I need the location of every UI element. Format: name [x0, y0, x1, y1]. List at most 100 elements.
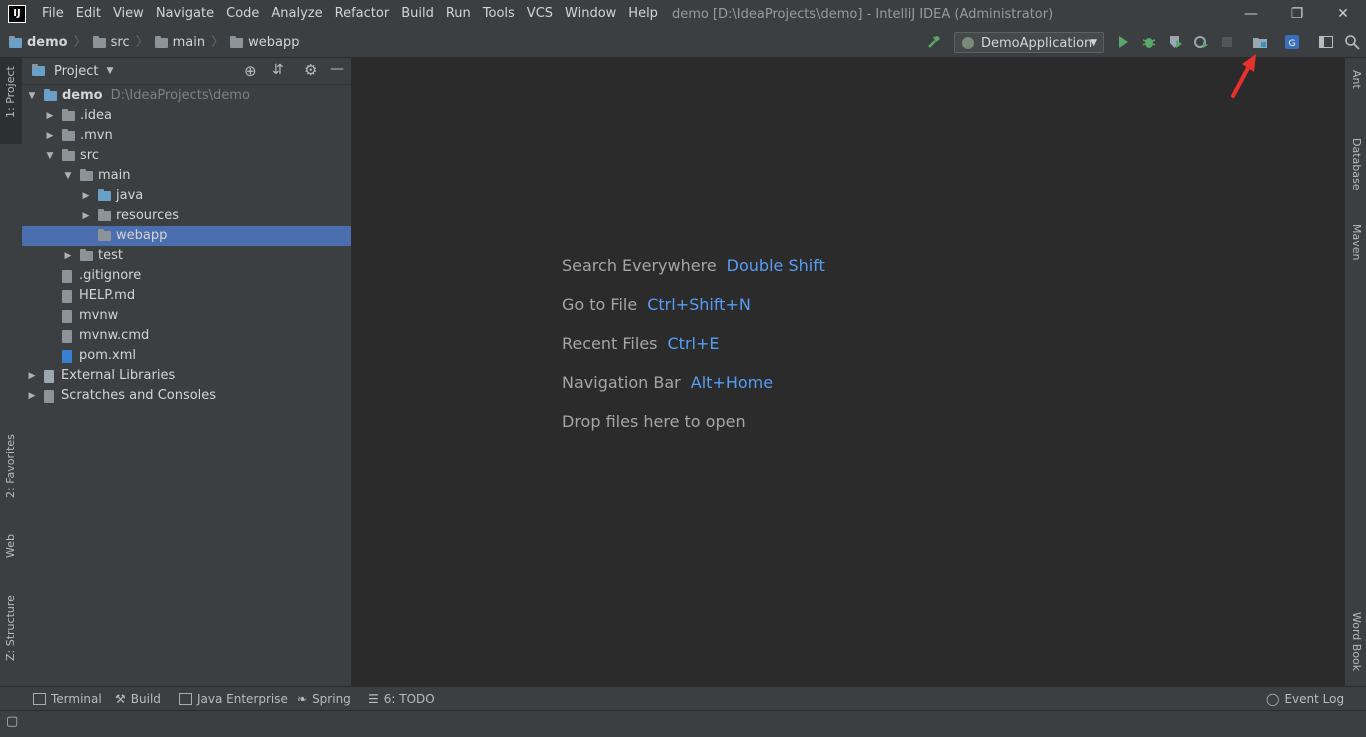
hide-panel-icon[interactable]: —: [330, 61, 344, 77]
collapsed-arrow-icon[interactable]: ▶: [80, 186, 92, 206]
gear-icon[interactable]: ⚙: [304, 61, 317, 79]
restore-button[interactable]: ❐: [1274, 0, 1320, 28]
run-configuration-select[interactable]: DemoApplication ▼: [954, 32, 1104, 53]
breadcrumb-item-webapp[interactable]: webapp: [248, 28, 299, 57]
tree-item-label: resources: [116, 208, 180, 223]
tree-item-label: src: [80, 148, 99, 163]
tree-item-webapp[interactable]: webapp: [22, 226, 351, 246]
collapsed-arrow-icon[interactable]: ▶: [26, 366, 38, 386]
tree-item-main[interactable]: ▼ main: [22, 166, 351, 186]
collapsed-arrow-icon[interactable]: ▶: [26, 386, 38, 406]
collapse-all-icon[interactable]: ⇵: [272, 62, 284, 78]
menu-navigate[interactable]: Navigate: [150, 0, 220, 28]
menu-analyze[interactable]: Analyze: [265, 0, 328, 28]
menu-vcs[interactable]: VCS: [521, 0, 559, 28]
tree-item-idea[interactable]: ▶ .idea: [22, 106, 351, 126]
tab-spring[interactable]: ❧ Spring: [297, 687, 351, 711]
run-with-coverage-icon[interactable]: [1167, 34, 1183, 50]
menu-file[interactable]: File: [36, 0, 70, 28]
tree-item-label: webapp: [116, 228, 168, 243]
left-tool-strip: 1: Project 2: Favorites Web Z: Structure: [0, 58, 23, 686]
chevron-down-icon: ▼: [1090, 38, 1097, 48]
menu-help[interactable]: Help: [622, 0, 664, 28]
menu-view[interactable]: View: [107, 0, 150, 28]
tree-item-scratches-and-consoles[interactable]: ▶ Scratches and Consoles: [22, 386, 351, 406]
tree-item-label: java: [116, 188, 144, 203]
tree-item-path: D:\IdeaProjects\demo: [110, 88, 250, 103]
resources-folder-icon: [98, 209, 111, 221]
build-hammer-icon[interactable]: [926, 34, 942, 50]
profiler-icon[interactable]: [1193, 34, 1209, 50]
tab-java-enterprise[interactable]: Java Enterprise: [179, 687, 288, 711]
tree-item-test[interactable]: ▶ test: [22, 246, 351, 266]
expanded-arrow-icon[interactable]: ▼: [44, 146, 56, 166]
collapsed-arrow-icon[interactable]: ▶: [62, 246, 74, 266]
search-icon[interactable]: [1344, 34, 1360, 50]
chevron-down-icon[interactable]: ▼: [106, 66, 113, 76]
tab-favorites-label: 2: Favorites: [4, 434, 17, 498]
tab-database[interactable]: Database: [1347, 124, 1366, 194]
collapsed-arrow-icon[interactable]: ▶: [80, 206, 92, 226]
tab-maven[interactable]: Maven: [1347, 210, 1366, 268]
tab-build[interactable]: ⚒ Build: [115, 687, 161, 711]
tab-word-book[interactable]: Word Book: [1347, 598, 1366, 678]
hint-shortcut: Ctrl+Shift+N: [647, 295, 751, 314]
menu-tools[interactable]: Tools: [477, 0, 521, 28]
tree-item-resources[interactable]: ▶ resources: [22, 206, 351, 226]
menu-code[interactable]: Code: [220, 0, 265, 28]
tab-ant[interactable]: Ant: [1347, 62, 1366, 108]
menu-refactor[interactable]: Refactor: [329, 0, 396, 28]
project-structure-icon[interactable]: [1252, 34, 1268, 50]
tab-web[interactable]: Web: [0, 528, 22, 576]
tree-item-java[interactable]: ▶ java: [22, 186, 351, 206]
shell-file-icon: [62, 309, 72, 323]
tree-item-src[interactable]: ▼ src: [22, 146, 351, 166]
tree-item-pom-xml[interactable]: pom.xml: [22, 346, 351, 366]
breadcrumb-item-demo[interactable]: demo: [27, 28, 68, 57]
editor-empty-area[interactable]: Search Everywhere Double Shift Go to File C…: [352, 58, 1344, 686]
project-view-select[interactable]: Project: [54, 64, 98, 79]
locate-target-icon[interactable]: ⊕: [244, 62, 257, 80]
translate-icon[interactable]: G: [1284, 34, 1300, 50]
menu-window[interactable]: Window: [559, 0, 622, 28]
tree-item-gitignore[interactable]: .gitignore: [22, 266, 351, 286]
toggle-tool-windows-icon[interactable]: ▢: [6, 714, 18, 729]
menu-build[interactable]: Build: [395, 0, 440, 28]
tree-item-external-libraries[interactable]: ▶ External Libraries: [22, 366, 351, 386]
minimize-button[interactable]: —: [1228, 0, 1274, 28]
tree-item-help-md[interactable]: HELP.md: [22, 286, 351, 306]
tree-item-mvn[interactable]: ▶ .mvn: [22, 126, 351, 146]
tree-item-mvnw[interactable]: mvnw: [22, 306, 351, 326]
tab-event-log[interactable]: ◯ Event Log: [1266, 687, 1344, 711]
menu-edit[interactable]: Edit: [70, 0, 107, 28]
tree-item-mvnw-cmd[interactable]: mvnw.cmd: [22, 326, 351, 346]
tab-project[interactable]: 1: Project: [0, 58, 22, 144]
breadcrumb-item-main[interactable]: main: [173, 28, 205, 57]
layout-icon[interactable]: [1318, 34, 1334, 50]
run-configuration-label: DemoApplication: [981, 36, 1093, 51]
tree-item-label: .idea: [80, 108, 112, 123]
expanded-arrow-icon[interactable]: ▼: [62, 166, 74, 186]
tab-todo[interactable]: ☰ 6: TODO: [368, 687, 435, 711]
debug-icon[interactable]: [1141, 34, 1157, 50]
run-icon[interactable]: [1115, 34, 1131, 50]
hint-label: Search Everywhere: [562, 256, 717, 275]
collapsed-arrow-icon[interactable]: ▶: [44, 106, 56, 126]
tree-item-label: Scratches and Consoles: [61, 388, 217, 403]
status-bar: ▢: [0, 710, 1366, 737]
hint-label: Navigation Bar: [562, 373, 681, 392]
menu-run[interactable]: Run: [440, 0, 477, 28]
menu-bar: File Edit View Navigate Code Analyze Refactor B…: [36, 0, 664, 28]
close-button[interactable]: ✕: [1320, 0, 1366, 28]
breadcrumb-separator-icon: 〉: [73, 35, 87, 50]
stop-icon[interactable]: [1219, 34, 1235, 50]
tab-structure[interactable]: Z: Structure: [0, 593, 22, 678]
tree-item-demo[interactable]: ▼ demo D:\IdeaProjects\demo: [22, 86, 351, 106]
breadcrumb-item-src[interactable]: src: [111, 28, 130, 57]
collapsed-arrow-icon[interactable]: ▶: [44, 126, 56, 146]
tab-favorites[interactable]: 2: Favorites: [0, 434, 22, 516]
tree-item-label: External Libraries: [61, 368, 176, 383]
tab-event-log-label: Event Log: [1284, 692, 1345, 706]
tab-terminal[interactable]: Terminal: [33, 687, 102, 711]
expanded-arrow-icon[interactable]: ▼: [26, 86, 38, 106]
